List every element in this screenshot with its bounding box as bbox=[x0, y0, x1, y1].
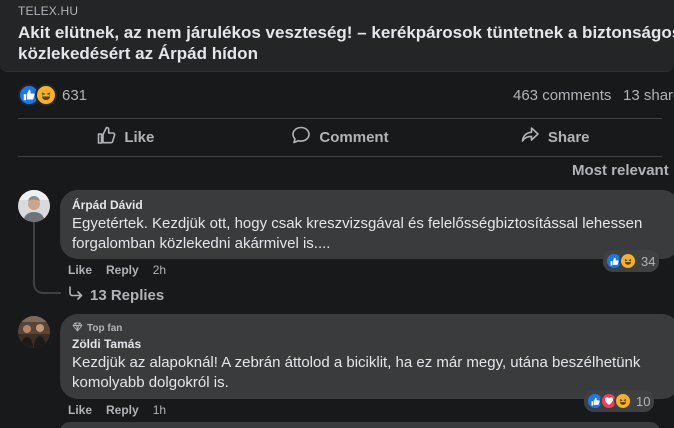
comment-reaction-count: 10 bbox=[636, 393, 651, 409]
like-button-label: Like bbox=[124, 128, 155, 146]
share-arrow-icon bbox=[520, 125, 540, 149]
sort-label: Most relevant bbox=[572, 162, 669, 179]
comment-like-link[interactable]: Like bbox=[68, 263, 92, 277]
comment-meta: Like Reply 1h bbox=[68, 403, 166, 417]
divider bbox=[18, 156, 662, 157]
top-fan-label: Top fan bbox=[87, 323, 123, 334]
comment-bubble: Árpád Dávid Egyetértek. Kezdjük ott, hog… bbox=[60, 190, 674, 259]
comment-timestamp[interactable]: 1h bbox=[153, 403, 166, 417]
comment-text: Kezdjük az alapoknál! A zebrán áttolod a… bbox=[72, 353, 668, 393]
shares-count[interactable]: 13 shares bbox=[623, 87, 674, 104]
link-source: TELEX.HU bbox=[18, 4, 79, 18]
link-preview-card[interactable]: TELEX.HU Akit elütnek, az nem járulékos … bbox=[0, 0, 674, 72]
comment-reaction-count: 34 bbox=[641, 253, 656, 269]
divider bbox=[18, 118, 662, 119]
comment-text-line-1: Kezdjük az alapoknál! A zebrán áttolod a… bbox=[72, 354, 641, 371]
diamond-icon bbox=[72, 322, 83, 335]
comment-author[interactable]: Zöldi Tamás bbox=[72, 337, 668, 351]
comment-reply-link[interactable]: Reply bbox=[106, 263, 139, 277]
comment-text-line-2: forgalomban közlekedni akármivel is.... bbox=[72, 235, 331, 252]
comment-button[interactable]: Comment bbox=[233, 120, 448, 154]
link-title[interactable]: Akit elütnek, az nem járulékos veszteség… bbox=[18, 22, 674, 64]
reaction-summary[interactable] bbox=[18, 84, 58, 106]
like-button[interactable]: Like bbox=[18, 120, 233, 154]
comment-text: Egyetértek. Kezdjük ott, hogy csak kresz… bbox=[72, 214, 668, 254]
haha-reaction-icon bbox=[614, 392, 632, 410]
comment-reply-link[interactable]: Reply bbox=[106, 403, 139, 417]
comment-reactions[interactable]: 34 bbox=[603, 250, 660, 272]
haha-reaction-icon bbox=[619, 252, 637, 270]
thumbs-up-icon bbox=[96, 125, 116, 149]
comment-bubble bbox=[60, 422, 660, 428]
reaction-count[interactable]: 631 bbox=[62, 87, 87, 104]
reply-arrow-icon bbox=[68, 286, 84, 304]
comment-timestamp[interactable]: 2h bbox=[153, 263, 166, 277]
post-actions: Like Comment Share bbox=[18, 120, 662, 154]
avatar[interactable] bbox=[18, 316, 50, 348]
share-button-label: Share bbox=[547, 128, 590, 146]
comment-author[interactable]: Árpád Dávid bbox=[72, 198, 668, 212]
thread-connector bbox=[33, 222, 61, 294]
comment-reactions[interactable]: 10 bbox=[584, 390, 655, 412]
link-title-line-1: Akit elütnek, az nem járulékos veszteség… bbox=[18, 23, 674, 42]
comment-meta: Like Reply 2h bbox=[68, 263, 166, 277]
share-button[interactable]: Share bbox=[447, 120, 662, 154]
comment-text-line-2: komolyabb dolgokról is. bbox=[72, 374, 229, 391]
view-replies-link[interactable]: 13 Replies bbox=[68, 286, 164, 304]
comment-sort-dropdown[interactable]: Most relevant bbox=[572, 162, 674, 179]
comment-bubble: Top fan Zöldi Tamás Kezdjük az alapoknál… bbox=[60, 314, 674, 399]
haha-reaction-icon bbox=[35, 84, 57, 106]
comment-button-label: Comment bbox=[319, 128, 389, 146]
post-stats: 631 463 comments 13 shares bbox=[0, 80, 674, 112]
avatar[interactable] bbox=[18, 190, 50, 222]
comments-count[interactable]: 463 comments bbox=[513, 87, 611, 104]
top-fan-badge[interactable]: Top fan bbox=[72, 322, 668, 335]
comment-bubble-icon bbox=[291, 125, 311, 149]
comment-text-line-1: Egyetértek. Kezdjük ott, hogy csak kresz… bbox=[72, 215, 643, 232]
replies-count-label: 13 Replies bbox=[90, 286, 165, 304]
comment-like-link[interactable]: Like bbox=[68, 403, 92, 417]
link-title-line-2: közlekedésért az Árpád hídon bbox=[18, 44, 258, 63]
